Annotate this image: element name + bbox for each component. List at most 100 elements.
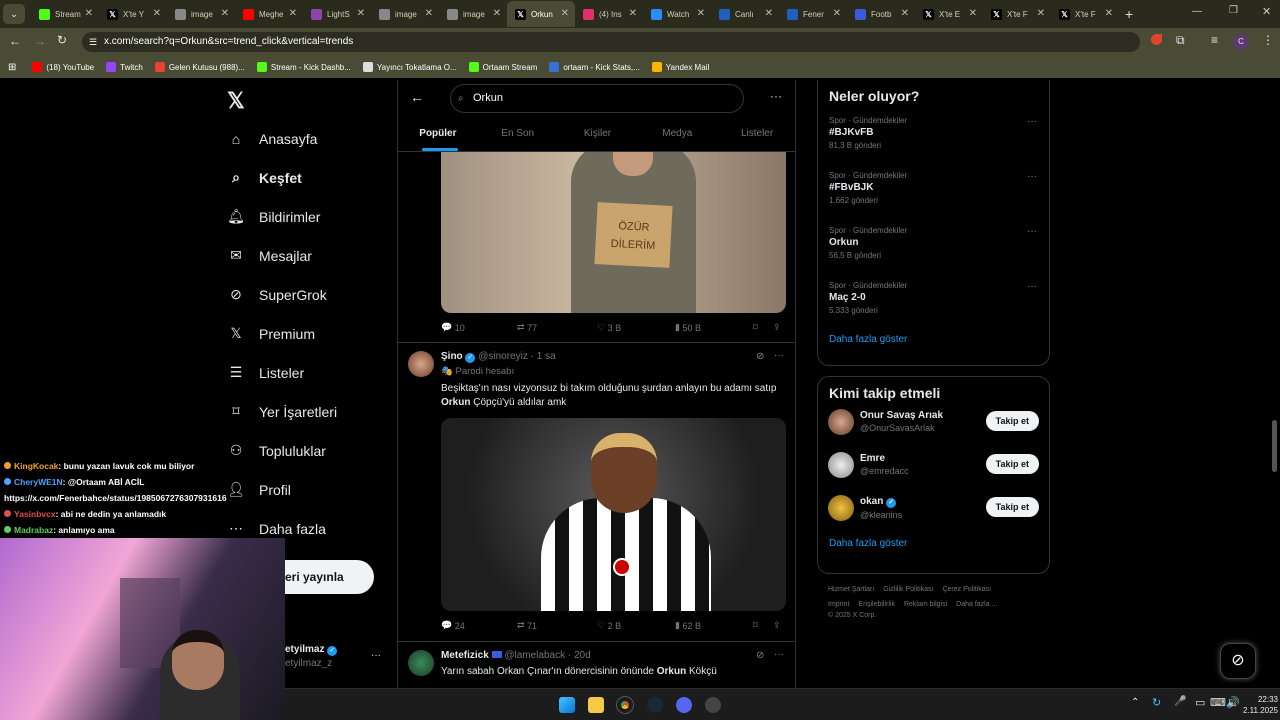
close-tab-icon[interactable]: ✕ (629, 8, 637, 19)
browser-tab[interactable]: image ✕ (371, 1, 439, 27)
clock[interactable]: 22:33 2.11.2025 (1233, 694, 1278, 716)
discord-icon[interactable] (676, 697, 692, 713)
close-tab-icon[interactable]: ✕ (1105, 8, 1113, 19)
minimize-button[interactable]: — (1192, 6, 1202, 17)
footer-link[interactable]: Hizmet Şartları (828, 586, 874, 593)
reload-icon[interactable]: ↻ (57, 33, 67, 47)
views-button[interactable]: ▮ 50 B (675, 322, 753, 333)
trend-item[interactable]: Spor · Gündemdekiler #BJKvFB 81,3 B gönder… (818, 116, 1049, 171)
close-tab-icon[interactable]: ✕ (221, 8, 229, 19)
grok-icon[interactable]: ⊘ (756, 650, 764, 661)
nav-item-bildirimler[interactable]: 🔔︎ Bildirimler (224, 197, 394, 236)
follow-suggestion[interactable]: Onur Savaş Arıak @OnurSavasArlak Takip et (818, 407, 1049, 450)
follow-show-more-link[interactable]: Daha fazla göster (818, 538, 1049, 549)
search-tab[interactable]: Popüler (398, 122, 478, 151)
search-input[interactable]: ⌕ Orkun (450, 84, 744, 113)
trend-item[interactable]: Spor · Gündemdekiler Maç 2-0 5.333 gönderi… (818, 281, 1049, 336)
follow-name[interactable]: Emre (860, 453, 885, 464)
footer-link[interactable]: Gizlilik Politikası (883, 586, 933, 593)
search-tab[interactable]: Kişiler (558, 122, 638, 151)
browser-tab[interactable]: Footb ✕ (847, 1, 915, 27)
browser-tab[interactable]: image ✕ (167, 1, 235, 27)
search-tab[interactable]: Listeler (717, 122, 795, 151)
browser-tab[interactable]: Canlı ✕ (711, 1, 779, 27)
views-button[interactable]: ▮ 62 B (675, 620, 753, 631)
app-icon[interactable] (705, 697, 721, 713)
bookmark-item[interactable]: Gelen Kutusu (988)... (154, 62, 245, 72)
close-tab-icon[interactable]: ✕ (493, 8, 501, 19)
like-button[interactable]: ♡ 3 B (597, 322, 675, 333)
more-dots-icon[interactable]: ··· (371, 650, 381, 661)
browser-tab[interactable]: 𝕏 Orkun ✕ (507, 1, 575, 27)
trend-item[interactable]: Spor · Gündemdekiler #FBvBJK 1.662 gönderi… (818, 171, 1049, 226)
nav-item-anasayfa[interactable]: ⌂ Anasayfa (224, 119, 394, 158)
nav-item-ke-fet[interactable]: ⌕ Keşfet (224, 158, 394, 197)
address-bar[interactable]: ☰ x.com/search?q=Orkun&src=trend_click&v… (82, 32, 1140, 52)
back-arrow-icon[interactable]: ← (410, 89, 424, 105)
nav-item-yer-i-aretleri[interactable]: ⌑ Yer İşaretleri (224, 392, 394, 431)
nav-item-supergrok[interactable]: ⊘ SuperGrok (224, 275, 394, 314)
tweet-author-name[interactable]: Şino (441, 351, 463, 362)
close-tab-icon[interactable]: ✕ (833, 8, 841, 19)
footer-link[interactable]: Imprint (828, 601, 849, 608)
tweet-time[interactable]: · 20d (568, 650, 591, 661)
search-tab[interactable]: En Son (478, 122, 558, 151)
close-tab-icon[interactable]: ✕ (425, 8, 433, 19)
footer-link[interactable]: Reklam bilgisi (904, 601, 947, 608)
close-tab-icon[interactable]: ✕ (561, 8, 569, 19)
bookmark-item[interactable]: (18) YouTube (32, 62, 94, 72)
tab-search-button[interactable]: ⌄ (3, 4, 25, 24)
follow-button[interactable]: Takip et (985, 454, 1039, 474)
tweet-author-handle[interactable]: @sinoreyiz (478, 351, 528, 362)
steam-icon[interactable] (647, 697, 663, 713)
avatar[interactable] (828, 495, 854, 521)
more-options-icon[interactable]: ··· (770, 89, 782, 103)
repost-button[interactable]: ⇄ 71 (517, 620, 597, 631)
sync-icon[interactable]: ↻ (1152, 696, 1161, 709)
chevron-up-icon[interactable]: ⌃ (1131, 697, 1139, 708)
like-button[interactable]: ♡ 2 B (597, 620, 675, 631)
share-icon[interactable]: ⇪ (773, 322, 781, 333)
avatar[interactable] (408, 351, 434, 377)
tweet-author-handle[interactable]: @lamelaback (504, 650, 565, 661)
x-logo[interactable]: 𝕏 (227, 88, 245, 114)
file-explorer-icon[interactable] (588, 697, 604, 713)
menu-icon[interactable]: ⋮ (1262, 33, 1274, 47)
follow-button[interactable]: Takip et (985, 497, 1039, 517)
follow-button[interactable]: Takip et (985, 411, 1039, 431)
chrome-icon[interactable] (616, 696, 634, 714)
tweet-time[interactable]: · 1 sa (531, 351, 556, 362)
bookmark-icon[interactable]: ⌑ (753, 620, 773, 631)
follow-suggestion[interactable]: okan ✓ @kleanins Takip et (818, 493, 1049, 536)
avatar[interactable] (408, 650, 434, 676)
tweet-more-icon[interactable]: ··· (774, 649, 784, 660)
browser-tab[interactable]: 𝕏 X'te Y ✕ (99, 1, 167, 27)
tweet-image-football-player[interactable] (441, 418, 786, 611)
windows-start-icon[interactable] (559, 697, 575, 713)
close-tab-icon[interactable]: ✕ (153, 8, 161, 19)
profile-avatar[interactable]: C (1233, 34, 1249, 50)
close-tab-icon[interactable]: ✕ (357, 8, 365, 19)
close-tab-icon[interactable]: ✕ (289, 8, 297, 19)
bookmark-item[interactable]: Ortaam Stream (468, 62, 537, 72)
nav-item-listeler[interactable]: ☰ Listeler (224, 353, 394, 392)
browser-tab[interactable]: 𝕏 X'te F ✕ (983, 1, 1051, 27)
follow-suggestion[interactable]: Emre @emredacc Takip et (818, 450, 1049, 493)
playlist-icon[interactable]: ≡ (1211, 33, 1218, 47)
footer-link[interactable]: Çerez Politikası (942, 586, 991, 593)
microphone-icon[interactable]: 🎤 (1174, 696, 1186, 707)
search-tab[interactable]: Medya (637, 122, 717, 151)
close-tab-icon[interactable]: ✕ (765, 8, 773, 19)
tweet-author-name[interactable]: Metefizick (441, 650, 489, 661)
site-info-icon[interactable]: ☰ (89, 32, 97, 52)
bookmark-item[interactable]: Yandex Mail (651, 62, 709, 72)
follow-name[interactable]: Onur Savaş Arıak (860, 410, 943, 421)
close-tab-icon[interactable]: ✕ (901, 8, 909, 19)
account-switcher[interactable]: etyilmaz ✓ etyilmaz_z ··· (285, 644, 385, 674)
close-tab-icon[interactable]: ✕ (1037, 8, 1045, 19)
browser-tab[interactable]: (4) Ins ✕ (575, 1, 643, 27)
tweet-more-icon[interactable]: ··· (774, 350, 784, 361)
back-icon[interactable]: ← (9, 34, 21, 48)
extension-leaf-icon[interactable] (1151, 34, 1162, 45)
apps-icon[interactable]: ⊞ (8, 62, 16, 73)
